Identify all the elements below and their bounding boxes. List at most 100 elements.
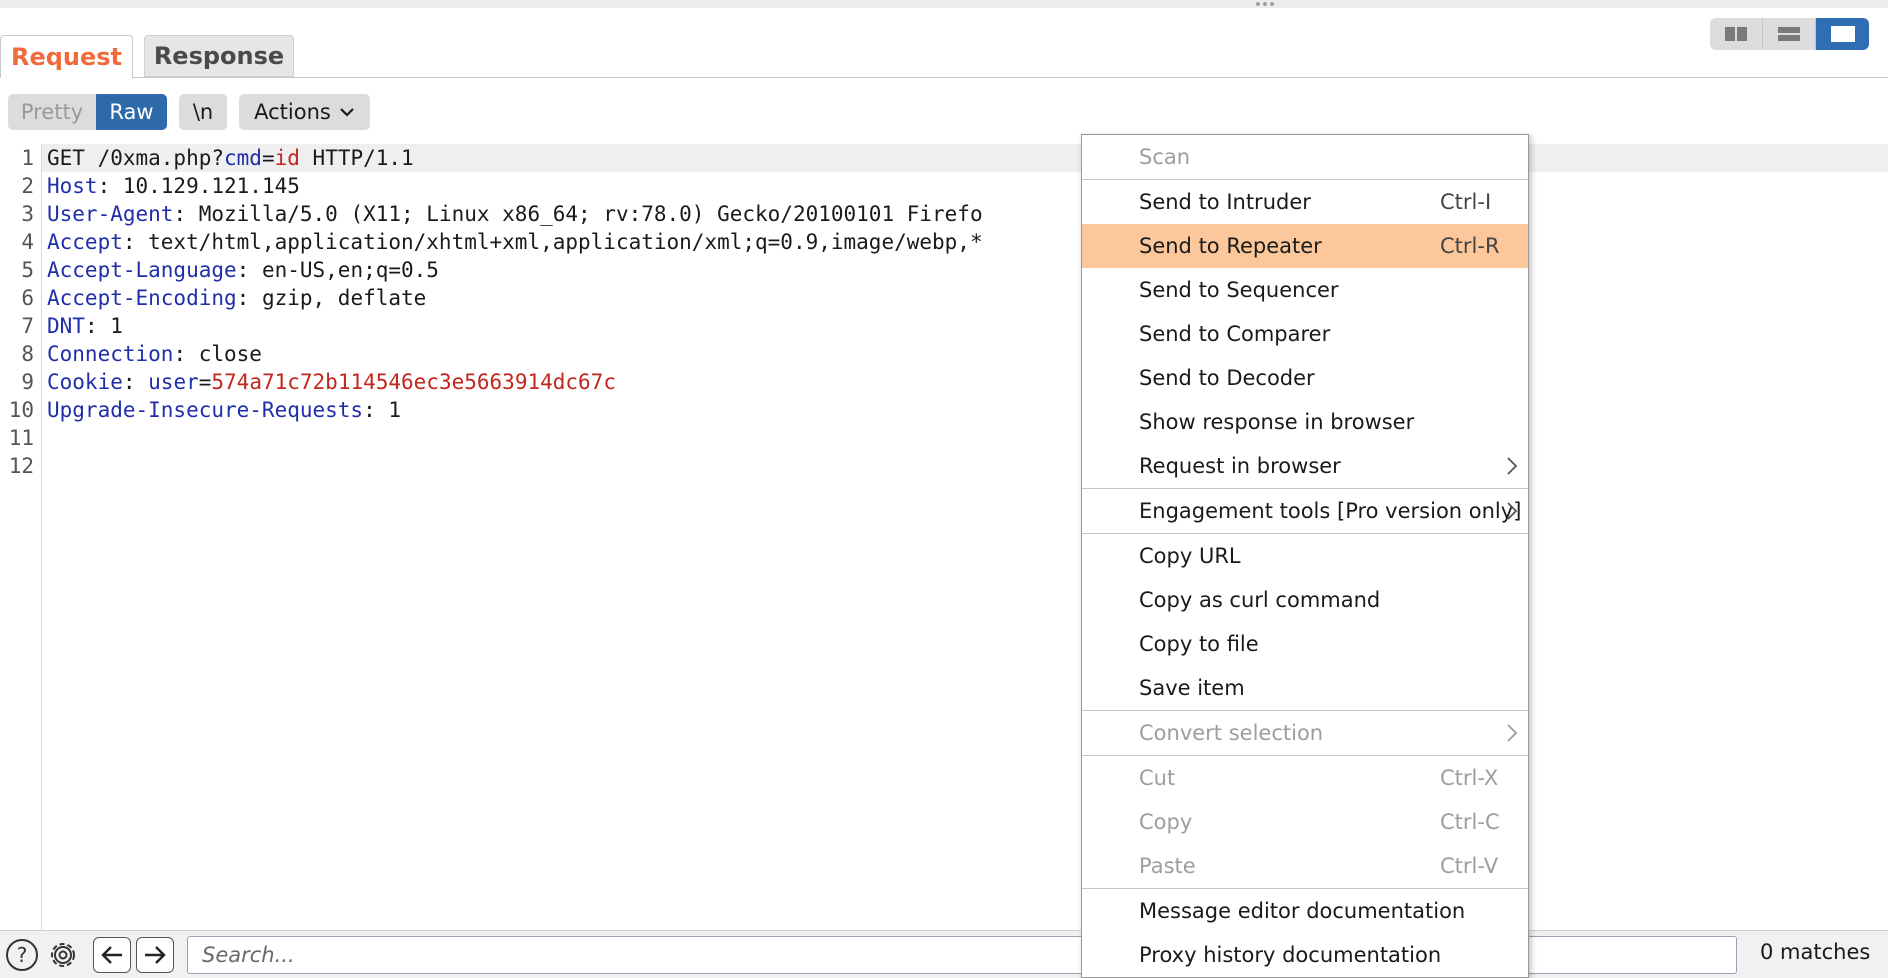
line-number: 10 — [8, 398, 34, 422]
context-menu: Scan Send to Intruder Ctrl-I Send to Repeat… — [1081, 134, 1529, 978]
previous-match-button[interactable] — [93, 937, 131, 973]
header-name: Host — [47, 174, 98, 198]
tab-request[interactable]: Request — [0, 35, 133, 78]
menu-item-shortcut: Ctrl-I — [1440, 190, 1492, 214]
menu-item-send-to-intruder[interactable]: Send to Intruder Ctrl-I — [1082, 180, 1528, 224]
menu-item-show-response-in-browser[interactable]: Show response in browser — [1082, 400, 1528, 444]
menu-item-send-to-decoder[interactable]: Send to Decoder — [1082, 356, 1528, 400]
help-icon[interactable]: ? — [4, 937, 40, 973]
header-name: User-Agent — [47, 202, 174, 226]
header-name: DNT — [47, 314, 85, 338]
menu-item-message-editor-documentation[interactable]: Message editor documentation — [1082, 889, 1528, 933]
menu-item-label: Convert selection — [1139, 721, 1324, 745]
line-number: 9 — [21, 370, 34, 394]
line-text: Accept: text/html,application/xhtml+xml,… — [47, 230, 983, 254]
text-segment: : en-US,en;q=0.5 — [236, 258, 439, 282]
chevron-right-icon — [1507, 724, 1518, 742]
menu-item-label: Copy — [1139, 810, 1193, 834]
menu-item-label: Send to Decoder — [1139, 366, 1315, 390]
code-line[interactable]: 2 Host: 10.129.121.145 — [0, 172, 300, 200]
header-name: Cookie — [47, 370, 123, 394]
gear-icon[interactable] — [45, 937, 81, 973]
code-line[interactable]: 5 Accept-Language: en-US,en;q=0.5 — [0, 256, 439, 284]
param-value: id — [274, 146, 300, 170]
header-name: Connection — [47, 342, 174, 366]
header-name: Accept — [47, 230, 123, 254]
raw-button[interactable]: Raw — [96, 94, 167, 130]
header-name: Accept-Language — [47, 258, 237, 282]
code-line[interactable]: 8 Connection: close — [0, 340, 262, 368]
request-editor[interactable]: 1 GET /0xma.php?cmd=id HTTP/1.1 2 Host: 10.… — [0, 144, 1888, 930]
menu-item-copy-to-file[interactable]: Copy to file — [1082, 622, 1528, 666]
code-line[interactable]: 7 DNT: 1 — [0, 312, 123, 340]
actions-label: Actions — [254, 100, 331, 124]
menu-item-label: Copy as curl command — [1139, 588, 1381, 612]
menu-item-shortcut: Ctrl-C — [1440, 810, 1500, 834]
menu-item-convert-selection: Convert selection — [1082, 711, 1528, 755]
pretty-button[interactable]: Pretty — [8, 94, 96, 130]
tab-response[interactable]: Response — [144, 35, 294, 77]
line-text: User-Agent: Mozilla/5.0 (X11; Linux x86_… — [47, 202, 983, 226]
menu-item-proxy-history-documentation[interactable]: Proxy history documentation — [1082, 933, 1528, 977]
menu-item-send-to-sequencer[interactable]: Send to Sequencer — [1082, 268, 1528, 312]
menu-item-request-in-browser[interactable]: Request in browser — [1082, 444, 1528, 488]
layout-toggle-group — [1710, 18, 1869, 50]
menu-item-shortcut: Ctrl-R — [1440, 234, 1500, 258]
line-text: Upgrade-Insecure-Requests: 1 — [47, 398, 401, 422]
header-name: Upgrade-Insecure-Requests — [47, 398, 364, 422]
split-vertical-icon[interactable] — [1763, 18, 1816, 50]
line-number: 12 — [8, 454, 34, 478]
line-number: 1 — [21, 146, 34, 170]
line-number: 2 — [21, 174, 34, 198]
menu-item-label: Send to Sequencer — [1139, 278, 1339, 302]
actions-dropdown[interactable]: Actions — [239, 94, 370, 130]
text-segment: : 10.129.121.145 — [97, 174, 300, 198]
chevron-down-icon — [340, 108, 354, 117]
line-number: 3 — [21, 202, 34, 226]
arrow-right-icon — [145, 946, 166, 964]
menu-item-copy-as-curl-command[interactable]: Copy as curl command — [1082, 578, 1528, 622]
menu-item-copy: Copy Ctrl-C — [1082, 800, 1528, 844]
code-line[interactable]: 11 — [0, 424, 47, 452]
code-line[interactable]: 9 Cookie: user=574a71c72b114546ec3e566391… — [0, 368, 616, 396]
menu-item-label: Copy to file — [1139, 632, 1259, 656]
line-number: 6 — [21, 286, 34, 310]
line-text: Accept-Encoding: gzip, deflate — [47, 286, 426, 310]
split-horizontal-icon[interactable] — [1710, 18, 1763, 50]
text-segment: : gzip, deflate — [236, 286, 427, 310]
menu-item-label: Paste — [1139, 854, 1196, 878]
text-segment: = — [198, 370, 212, 394]
code-line[interactable]: 1 GET /0xma.php?cmd=id HTTP/1.1 — [0, 144, 414, 172]
text-segment: : 1 — [84, 314, 123, 338]
svg-text:?: ? — [17, 943, 28, 967]
tab-divider — [0, 77, 1888, 78]
menu-item-paste: Paste Ctrl-V — [1082, 844, 1528, 888]
text-segment: = — [261, 146, 275, 170]
code-line[interactable]: 10 Upgrade-Insecure-Requests: 1 — [0, 396, 401, 424]
chevron-right-icon — [1507, 457, 1518, 475]
menu-item-engagement-tools-pro-version-only[interactable]: Engagement tools [Pro version only] — [1082, 489, 1528, 533]
next-match-button[interactable] — [136, 937, 174, 973]
drag-handle[interactable] — [1256, 0, 1274, 8]
menu-item-send-to-repeater[interactable]: Send to Repeater Ctrl-R — [1082, 224, 1528, 268]
menu-item-copy-url[interactable]: Copy URL — [1082, 534, 1528, 578]
line-text: Accept-Language: en-US,en;q=0.5 — [47, 258, 439, 282]
header-name: Accept-Encoding — [47, 286, 237, 310]
arrow-left-icon — [101, 946, 122, 964]
single-pane-icon[interactable] — [1816, 18, 1869, 50]
text-segment: : 1 — [363, 398, 402, 422]
code-line[interactable]: 12 — [0, 452, 47, 480]
header-name: user — [148, 370, 199, 394]
code-line[interactable]: 6 Accept-Encoding: gzip, deflate — [0, 284, 426, 312]
code-line[interactable]: 3 User-Agent: Mozilla/5.0 (X11; Linux x86… — [0, 200, 983, 228]
menu-item-label: Request in browser — [1139, 454, 1341, 478]
show-newlines-button[interactable]: \n — [179, 94, 227, 130]
menu-item-label: Save item — [1139, 676, 1245, 700]
line-text: GET /0xma.php?cmd=id HTTP/1.1 — [47, 146, 414, 170]
menu-item-label: Proxy history documentation — [1139, 943, 1442, 967]
menu-item-save-item[interactable]: Save item — [1082, 666, 1528, 710]
code-line[interactable]: 4 Accept: text/html,application/xhtml+xml… — [0, 228, 983, 256]
menu-item-send-to-comparer[interactable]: Send to Comparer — [1082, 312, 1528, 356]
menu-item-label: Show response in browser — [1139, 410, 1415, 434]
chevron-right-icon — [1507, 502, 1518, 520]
